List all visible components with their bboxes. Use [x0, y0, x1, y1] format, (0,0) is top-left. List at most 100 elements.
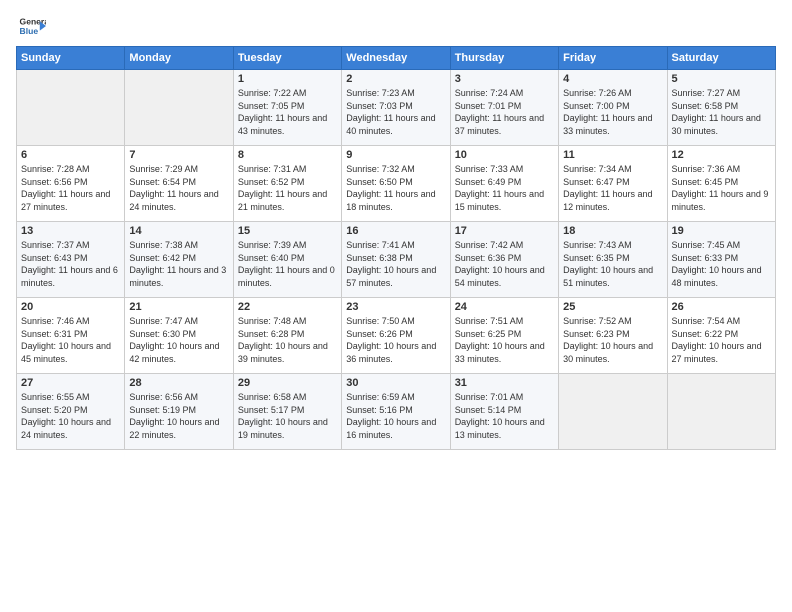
day-cell: 30 Sunrise: 6:59 AMSunset: 5:16 PMDayligh…	[342, 374, 450, 450]
header: General Blue	[16, 12, 776, 40]
day-number: 3	[455, 73, 554, 85]
day-number: 6	[21, 149, 120, 161]
day-cell: 19Sunrise: 7:45 AMSunset: 6:33 PMDayligh…	[667, 222, 775, 298]
day-detail: Sunrise: 7:43 AMSunset: 6:35 PMDaylight:…	[563, 239, 662, 289]
day-detail: Sunrise: 7:32 AMSunset: 6:50 PMDaylight:…	[346, 163, 445, 213]
day-number: 2	[346, 73, 445, 85]
day-detail: Sunrise: 6:55 AMSunset: 5:20 PMDaylight:…	[21, 391, 120, 441]
day-cell: 9 Sunrise: 7:32 AMSunset: 6:50 PMDaylight…	[342, 146, 450, 222]
day-number: 18	[563, 225, 662, 237]
day-cell: 28 Sunrise: 6:56 AMSunset: 5:19 PMDayligh…	[125, 374, 233, 450]
day-number: 31	[455, 377, 554, 389]
day-detail: Sunrise: 7:39 AMSunset: 6:40 PMDaylight:…	[238, 239, 337, 289]
day-cell	[559, 374, 667, 450]
day-number: 4	[563, 73, 662, 85]
day-detail: Sunrise: 7:01 AMSunset: 5:14 PMDaylight:…	[455, 391, 554, 441]
day-detail: Sunrise: 7:45 AMSunset: 6:33 PMDaylight:…	[672, 239, 771, 289]
day-detail: Sunrise: 7:28 AMSunset: 6:56 PMDaylight:…	[21, 163, 120, 213]
day-number: 21	[129, 301, 228, 313]
day-detail: Sunrise: 7:29 AMSunset: 6:54 PMDaylight:…	[129, 163, 228, 213]
day-number: 28	[129, 377, 228, 389]
day-number: 22	[238, 301, 337, 313]
day-cell: 23Sunrise: 7:50 AMSunset: 6:26 PMDayligh…	[342, 298, 450, 374]
day-cell: 5Sunrise: 7:27 AMSunset: 6:58 PMDaylight…	[667, 70, 775, 146]
day-cell: 17 Sunrise: 7:42 AMSunset: 6:36 PMDayligh…	[450, 222, 558, 298]
week-row-3: 13 Sunrise: 7:37 AMSunset: 6:43 PMDayligh…	[17, 222, 776, 298]
day-number: 11	[563, 149, 662, 161]
day-detail: Sunrise: 6:56 AMSunset: 5:19 PMDaylight:…	[129, 391, 228, 441]
page: General Blue SundayMondayTuesdayWednesda…	[0, 0, 792, 612]
day-cell	[17, 70, 125, 146]
day-cell: 12 Sunrise: 7:36 AMSunset: 6:45 PMDayligh…	[667, 146, 775, 222]
day-header-tuesday: Tuesday	[233, 47, 341, 70]
week-row-2: 6 Sunrise: 7:28 AMSunset: 6:56 PMDaylight…	[17, 146, 776, 222]
calendar-table: SundayMondayTuesdayWednesdayThursdayFrid…	[16, 46, 776, 450]
day-detail: Sunrise: 7:46 AMSunset: 6:31 PMDaylight:…	[21, 315, 120, 365]
week-row-5: 27 Sunrise: 6:55 AMSunset: 5:20 PMDayligh…	[17, 374, 776, 450]
day-detail: Sunrise: 7:36 AMSunset: 6:45 PMDaylight:…	[672, 163, 771, 213]
logo-icon: General Blue	[18, 12, 46, 40]
day-header-sunday: Sunday	[17, 47, 125, 70]
day-detail: Sunrise: 7:22 AMSunset: 7:05 PMDaylight:…	[238, 87, 337, 137]
day-number: 8	[238, 149, 337, 161]
day-cell: 8 Sunrise: 7:31 AMSunset: 6:52 PMDaylight…	[233, 146, 341, 222]
day-number: 15	[238, 225, 337, 237]
week-row-4: 20 Sunrise: 7:46 AMSunset: 6:31 PMDayligh…	[17, 298, 776, 374]
svg-text:Blue: Blue	[20, 26, 39, 36]
day-detail: Sunrise: 7:48 AMSunset: 6:28 PMDaylight:…	[238, 315, 337, 365]
day-detail: Sunrise: 7:23 AMSunset: 7:03 PMDaylight:…	[346, 87, 445, 137]
day-number: 25	[563, 301, 662, 313]
day-cell: 18 Sunrise: 7:43 AMSunset: 6:35 PMDayligh…	[559, 222, 667, 298]
week-row-1: 1 Sunrise: 7:22 AMSunset: 7:05 PMDaylight…	[17, 70, 776, 146]
day-cell: 7Sunrise: 7:29 AMSunset: 6:54 PMDaylight…	[125, 146, 233, 222]
day-cell: 15 Sunrise: 7:39 AMSunset: 6:40 PMDayligh…	[233, 222, 341, 298]
day-number: 24	[455, 301, 554, 313]
day-cell: 16Sunrise: 7:41 AMSunset: 6:38 PMDayligh…	[342, 222, 450, 298]
day-number: 20	[21, 301, 120, 313]
day-detail: Sunrise: 6:59 AMSunset: 5:16 PMDaylight:…	[346, 391, 445, 441]
day-number: 12	[672, 149, 771, 161]
day-detail: Sunrise: 7:54 AMSunset: 6:22 PMDaylight:…	[672, 315, 771, 365]
day-number: 29	[238, 377, 337, 389]
day-cell: 24 Sunrise: 7:51 AMSunset: 6:25 PMDayligh…	[450, 298, 558, 374]
day-cell: 11 Sunrise: 7:34 AMSunset: 6:47 PMDayligh…	[559, 146, 667, 222]
day-cell: 13 Sunrise: 7:37 AMSunset: 6:43 PMDayligh…	[17, 222, 125, 298]
day-detail: Sunrise: 7:47 AMSunset: 6:30 PMDaylight:…	[129, 315, 228, 365]
day-number: 5	[672, 73, 771, 85]
day-detail: Sunrise: 7:31 AMSunset: 6:52 PMDaylight:…	[238, 163, 337, 213]
day-number: 9	[346, 149, 445, 161]
day-detail: Sunrise: 7:24 AMSunset: 7:01 PMDaylight:…	[455, 87, 554, 137]
day-cell: 22 Sunrise: 7:48 AMSunset: 6:28 PMDayligh…	[233, 298, 341, 374]
day-header-thursday: Thursday	[450, 47, 558, 70]
day-header-friday: Friday	[559, 47, 667, 70]
day-detail: Sunrise: 7:37 AMSunset: 6:43 PMDaylight:…	[21, 239, 120, 289]
day-cell: 31 Sunrise: 7:01 AMSunset: 5:14 PMDayligh…	[450, 374, 558, 450]
day-detail: Sunrise: 7:33 AMSunset: 6:49 PMDaylight:…	[455, 163, 554, 213]
day-cell	[667, 374, 775, 450]
day-number: 26	[672, 301, 771, 313]
day-header-saturday: Saturday	[667, 47, 775, 70]
day-detail: Sunrise: 7:34 AMSunset: 6:47 PMDaylight:…	[563, 163, 662, 213]
day-cell: 20 Sunrise: 7:46 AMSunset: 6:31 PMDayligh…	[17, 298, 125, 374]
day-cell: 6 Sunrise: 7:28 AMSunset: 6:56 PMDaylight…	[17, 146, 125, 222]
day-number: 16	[346, 225, 445, 237]
day-number: 30	[346, 377, 445, 389]
day-detail: Sunrise: 7:38 AMSunset: 6:42 PMDaylight:…	[129, 239, 228, 289]
day-detail: Sunrise: 7:51 AMSunset: 6:25 PMDaylight:…	[455, 315, 554, 365]
day-detail: Sunrise: 7:42 AMSunset: 6:36 PMDaylight:…	[455, 239, 554, 289]
day-cell: 14Sunrise: 7:38 AMSunset: 6:42 PMDayligh…	[125, 222, 233, 298]
day-detail: Sunrise: 7:50 AMSunset: 6:26 PMDaylight:…	[346, 315, 445, 365]
day-detail: Sunrise: 7:52 AMSunset: 6:23 PMDaylight:…	[563, 315, 662, 365]
day-number: 13	[21, 225, 120, 237]
day-number: 1	[238, 73, 337, 85]
day-number: 27	[21, 377, 120, 389]
day-detail: Sunrise: 7:26 AMSunset: 7:00 PMDaylight:…	[563, 87, 662, 137]
day-cell: 2 Sunrise: 7:23 AMSunset: 7:03 PMDaylight…	[342, 70, 450, 146]
day-cell	[125, 70, 233, 146]
day-cell: 3 Sunrise: 7:24 AMSunset: 7:01 PMDaylight…	[450, 70, 558, 146]
logo: General Blue	[16, 12, 46, 40]
day-cell: 29Sunrise: 6:58 AMSunset: 5:17 PMDayligh…	[233, 374, 341, 450]
day-number: 17	[455, 225, 554, 237]
day-cell: 25 Sunrise: 7:52 AMSunset: 6:23 PMDayligh…	[559, 298, 667, 374]
header-row: SundayMondayTuesdayWednesdayThursdayFrid…	[17, 47, 776, 70]
